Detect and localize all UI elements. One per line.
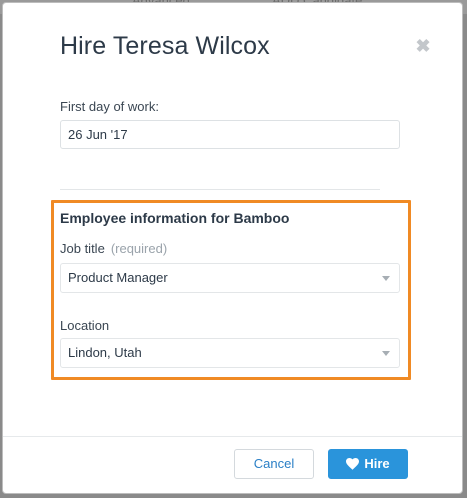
footer-divider: [3, 436, 462, 437]
section-divider: [60, 189, 380, 190]
location-label: Location: [60, 318, 110, 333]
job-title-value: Product Manager: [68, 270, 168, 285]
close-icon[interactable]: ✖: [415, 37, 431, 55]
hire-button-label: Hire: [364, 456, 390, 471]
hire-button[interactable]: Hire: [328, 449, 408, 479]
location-select[interactable]: Lindon, Utah: [60, 338, 400, 368]
first-day-label: First day of work:: [60, 99, 159, 114]
heart-icon: [346, 457, 360, 470]
job-title-label-group: Job title (required): [60, 241, 167, 256]
modal-title: Hire Teresa Wilcox: [60, 32, 270, 60]
chevron-down-icon: [382, 351, 390, 356]
location-value: Lindon, Utah: [68, 345, 142, 360]
cancel-button[interactable]: Cancel: [234, 449, 314, 479]
first-day-input[interactable]: 26 Jun '17: [60, 120, 400, 149]
job-title-select[interactable]: Product Manager: [60, 263, 400, 293]
required-hint: (required): [110, 241, 168, 256]
hire-modal: Hire Teresa Wilcox ✖ First day of work: …: [2, 2, 463, 494]
employee-info-title: Employee information for Bamboo: [60, 210, 290, 226]
job-title-label: Job title: [60, 241, 105, 256]
chevron-down-icon: [382, 276, 390, 281]
